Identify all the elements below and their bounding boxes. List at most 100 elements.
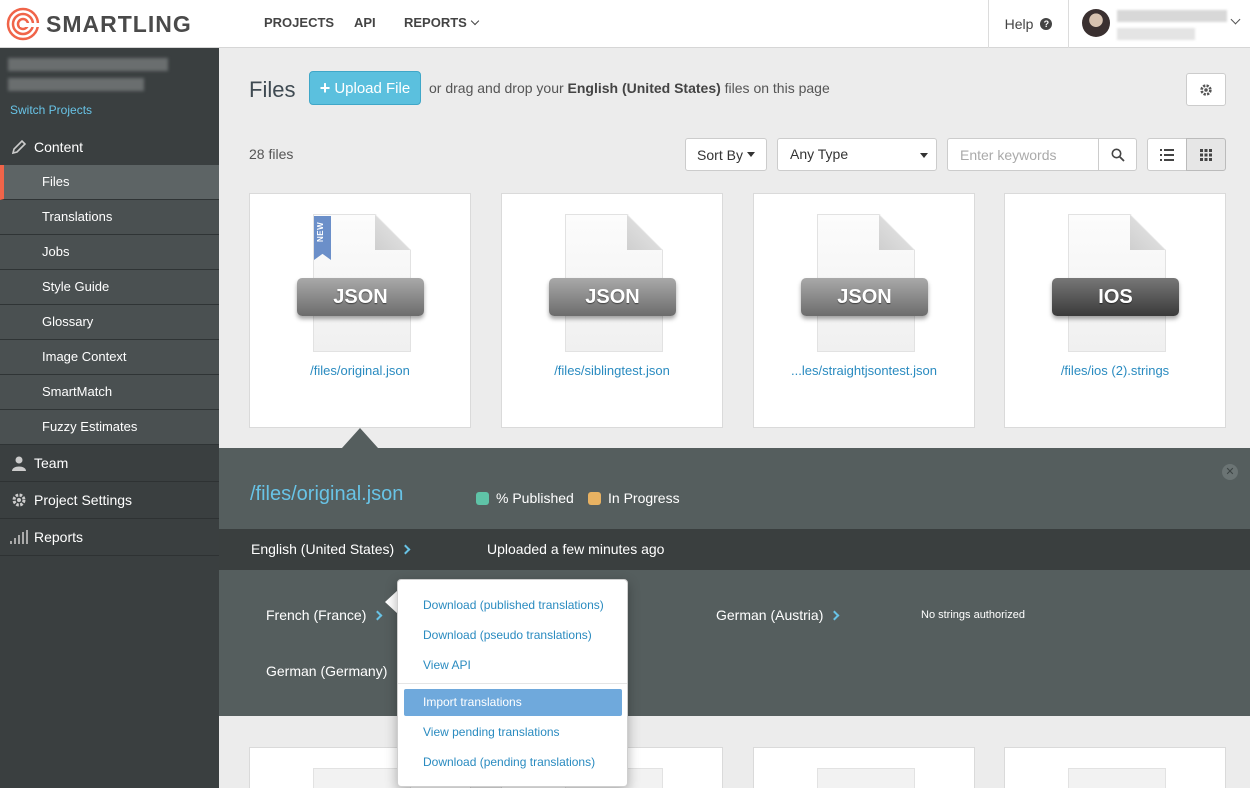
bar-chart-icon <box>10 528 28 546</box>
caret-down-icon <box>920 153 928 158</box>
target-language-label: German (Germany) <box>266 663 388 679</box>
sidebar-item-style-guide[interactable]: Style Guide <box>0 270 219 305</box>
file-card[interactable]: IOS /files/ios (2).strings <box>1004 193 1226 428</box>
settings-button[interactable] <box>1186 73 1226 106</box>
user-menu-chevron-icon[interactable] <box>1230 14 1241 25</box>
legend-published-label: % Published <box>496 490 574 506</box>
search-input[interactable] <box>947 138 1099 171</box>
nav-reports-label: REPORTS <box>404 15 467 30</box>
close-icon[interactable]: ✕ <box>1222 464 1238 480</box>
file-name-link[interactable]: /files/siblingtest.json <box>502 363 722 378</box>
upload-file-button[interactable]: + Upload File <box>309 71 421 105</box>
language-actions-menu: Download (published translations) Downlo… <box>397 579 628 787</box>
file-type-label: JSON <box>801 278 928 316</box>
pencil-icon <box>10 138 28 156</box>
file-card[interactable] <box>1004 747 1226 788</box>
list-icon <box>1160 148 1174 161</box>
sidebar-section-reports[interactable]: Reports <box>0 519 219 556</box>
target-language-label: German (Austria) <box>716 607 824 623</box>
type-filter-select[interactable]: Any Type <box>777 138 937 171</box>
grid-view-button[interactable] <box>1186 138 1226 171</box>
avatar[interactable] <box>1082 9 1110 37</box>
sidebar-item-glossary[interactable]: Glossary <box>0 305 219 340</box>
sidebar-item-jobs[interactable]: Jobs <box>0 235 219 270</box>
switch-projects-link[interactable]: Switch Projects <box>10 103 92 117</box>
sidebar-section-label: Reports <box>34 529 84 545</box>
drag-suffix: files on this page <box>724 80 830 96</box>
new-badge-label: NEW <box>316 221 325 242</box>
user-icon <box>10 454 28 472</box>
legend-in-progress-label: In Progress <box>608 490 680 506</box>
sort-by-button[interactable]: Sort By <box>685 138 767 171</box>
source-language-bar: English (United States) Uploaded a few m… <box>219 529 1250 570</box>
sidebar-section-team[interactable]: Team <box>0 445 219 482</box>
target-language-german-germany[interactable]: German (Germany) <box>266 663 404 679</box>
file-card[interactable]: JSON ...les/straightjsontest.json <box>753 193 975 428</box>
menu-download-pending[interactable]: Download (pending translations) <box>423 755 595 769</box>
nav-api[interactable]: API <box>354 15 376 30</box>
file-name-link[interactable]: ...les/straightjsontest.json <box>754 363 974 378</box>
chevron-down-icon <box>470 16 480 26</box>
file-name-link[interactable]: /files/original.json <box>250 363 470 378</box>
target-language-label: French (France) <box>266 607 367 623</box>
file-card[interactable] <box>753 747 975 788</box>
sidebar-item-image-context[interactable]: Image Context <box>0 340 219 375</box>
sidebar-item-files[interactable]: Files <box>0 165 219 200</box>
menu-import-translations[interactable]: Import translations <box>404 689 622 716</box>
sidebar-section-label: Content <box>34 139 84 155</box>
file-document-icon <box>817 768 915 788</box>
sidebar-item-fuzzy-estimates[interactable]: Fuzzy Estimates <box>0 410 219 445</box>
sidebar-section-project-settings[interactable]: Project Settings <box>0 482 219 519</box>
sidebar-item-translations[interactable]: Translations <box>0 200 219 235</box>
target-language-french[interactable]: French (France) <box>266 607 383 623</box>
file-card[interactable]: JSON /files/siblingtest.json <box>501 193 723 428</box>
brand-name: SMARTLING <box>46 10 192 37</box>
question-icon: ? <box>1040 18 1053 30</box>
sidebar: Switch Projects Content Files Translatio… <box>0 48 219 788</box>
user-email-redacted <box>1117 28 1195 40</box>
grid-icon <box>1200 148 1212 161</box>
search-icon <box>1111 148 1125 162</box>
menu-download-published[interactable]: Download (published translations) <box>423 598 604 612</box>
file-name-link[interactable]: /files/ios (2).strings <box>1005 363 1225 378</box>
brand-logo[interactable]: SMARTLING <box>6 6 192 42</box>
page-title: Files <box>249 77 296 102</box>
drag-drop-hint: or drag and drop your English (United St… <box>429 80 830 96</box>
menu-download-pseudo[interactable]: Download (pseudo translations) <box>423 628 592 642</box>
help-button[interactable]: Help ? <box>988 0 1069 48</box>
file-card[interactable]: NEW JSON /files/original.json <box>249 193 471 428</box>
chevron-right-icon <box>372 610 383 621</box>
help-label: Help <box>1004 16 1034 32</box>
no-strings-status: No strings authorized <box>921 609 1025 621</box>
smartling-logo-icon <box>6 7 40 41</box>
target-language-german-austria[interactable]: German (Austria) <box>716 607 840 623</box>
detail-file-title[interactable]: /files/original.json <box>250 483 403 506</box>
project-name-redacted <box>8 58 168 71</box>
new-badge: NEW <box>314 216 331 260</box>
plus-icon: + <box>319 77 331 98</box>
menu-view-pending[interactable]: View pending translations <box>423 725 560 739</box>
upload-status: Uploaded a few minutes ago <box>487 541 665 557</box>
search-button[interactable] <box>1098 138 1137 171</box>
gear-icon <box>10 491 28 509</box>
nav-projects[interactable]: PROJECTS <box>264 15 334 30</box>
drag-language: English (United States) <box>567 80 721 96</box>
file-count: 28 files <box>249 146 294 162</box>
list-view-button[interactable] <box>1147 138 1187 171</box>
user-name-redacted <box>1117 10 1227 22</box>
menu-divider <box>398 683 627 684</box>
sidebar-section-label: Team <box>34 455 69 471</box>
chevron-right-icon <box>400 544 411 555</box>
sidebar-item-smartmatch[interactable]: SmartMatch <box>0 375 219 410</box>
source-language-label: English (United States) <box>251 541 395 557</box>
source-language[interactable]: English (United States) <box>251 541 411 557</box>
file-type-label: IOS <box>1052 278 1179 316</box>
project-subtitle-redacted <box>8 78 144 91</box>
file-document-icon <box>1068 768 1166 788</box>
caret-down-icon <box>746 152 755 157</box>
legend-in-progress: In Progress <box>588 490 680 506</box>
sidebar-section-content[interactable]: Content <box>0 129 219 166</box>
in-progress-swatch <box>588 491 601 505</box>
menu-view-api[interactable]: View API <box>423 658 471 672</box>
nav-reports[interactable]: REPORTS <box>404 15 480 30</box>
